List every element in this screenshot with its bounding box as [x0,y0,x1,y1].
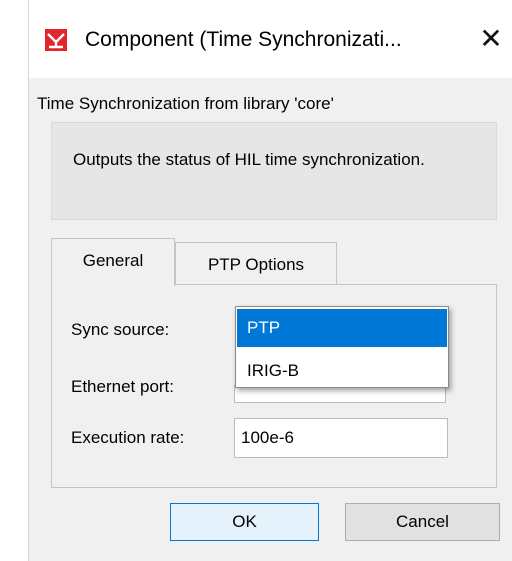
execution-rate-label: Execution rate: [71,428,185,447]
cancel-button[interactable]: Cancel [345,503,500,541]
dropdown-option-ptp[interactable]: PTP [237,309,447,347]
tab-general[interactable]: General [51,238,175,286]
dropdown-option-irig-b[interactable]: IRIG-B [237,353,447,391]
component-subtitle: Time Synchronization from library 'core' [37,94,334,113]
tab-ptp-options[interactable]: PTP Options [175,242,337,284]
sync-source-label: Sync source: [71,320,170,339]
component-app-icon [45,29,67,51]
title-bar: Component (Time Synchronizati... ✕ [29,0,512,78]
ok-button[interactable]: OK [170,503,319,541]
execution-rate-input[interactable]: 100e-6 [234,418,448,458]
sync-source-dropdown: PTP IRIG-B [235,306,449,388]
description-box: Outputs the status of HIL time synchroni… [51,122,497,220]
ethernet-port-label: Ethernet port: [71,377,175,396]
close-button[interactable]: ✕ [477,24,505,54]
component-dialog: Component (Time Synchronizati... ✕ Time … [28,0,512,561]
description-text: Outputs the status of HIL time synchroni… [73,150,425,169]
window-title: Component (Time Synchronizati... [85,28,402,51]
